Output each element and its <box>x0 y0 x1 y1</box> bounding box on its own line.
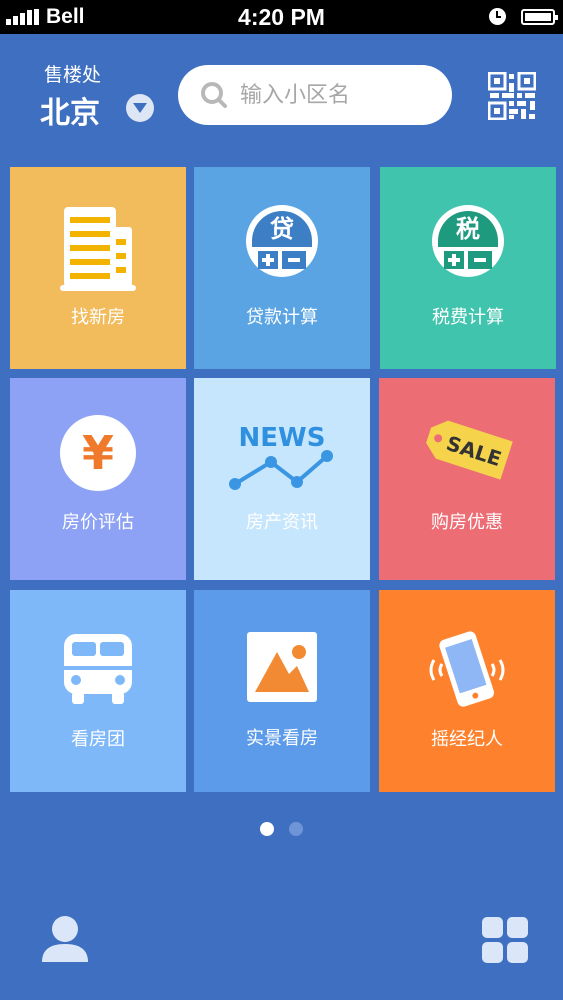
shake-phone-icon <box>429 631 505 707</box>
tile-label: 实景看房 <box>246 728 318 749</box>
tile-viewing-tour[interactable]: 看房团 <box>10 590 186 792</box>
tile-price-evaluation[interactable]: ¥ 房价评估 <box>10 378 186 580</box>
tile-label: 房价评估 <box>62 512 134 533</box>
tile-label: 看房团 <box>71 729 125 750</box>
profile-button[interactable] <box>40 914 90 964</box>
search-box[interactable] <box>178 65 452 125</box>
tile-label: 房产资讯 <box>246 512 318 533</box>
status-time: 4:20 PM <box>238 4 325 30</box>
news-chart-icon: NEWS <box>229 423 333 490</box>
tile-shake-agent[interactable]: 摇经纪人 <box>379 590 555 792</box>
city-label: 售楼处 <box>44 64 102 86</box>
bus-icon <box>64 634 132 704</box>
page-indicator-inactive[interactable] <box>289 822 303 836</box>
yen-icon: ¥ <box>60 415 136 491</box>
picture-icon <box>247 632 317 702</box>
city-name[interactable]: 北京 <box>40 88 100 132</box>
svg-text:税: 税 <box>456 215 480 243</box>
tile-find-new-house[interactable]: 找新房 <box>10 167 186 369</box>
tile-label: 购房优惠 <box>431 512 503 533</box>
tile-label: 税费计算 <box>432 307 504 328</box>
qr-scan-button[interactable] <box>487 71 537 121</box>
search-input[interactable] <box>240 75 440 115</box>
chevron-down-icon <box>133 103 147 113</box>
page-indicator-active[interactable] <box>260 822 274 836</box>
tax-calculator-icon: 税 <box>432 205 504 277</box>
header: 售楼处 北京 <box>0 34 563 162</box>
qr-code-icon <box>487 71 537 121</box>
battery-icon <box>521 9 558 25</box>
svg-text:贷: 贷 <box>270 215 294 243</box>
status-bar: Bell 4:20 PM <box>0 0 563 34</box>
svg-text:¥: ¥ <box>82 426 114 480</box>
svg-text:NEWS: NEWS <box>239 423 326 453</box>
loan-calculator-icon: 贷 <box>246 205 318 277</box>
tile-real-estate-news[interactable]: NEWS 房产资讯 <box>194 378 370 580</box>
alarm-icon <box>489 8 506 25</box>
building-icon <box>60 207 136 291</box>
grid-menu-button[interactable] <box>482 917 528 963</box>
tile-purchase-discount[interactable]: SALE 购房优惠 <box>379 378 555 580</box>
city-dropdown-button[interactable] <box>126 94 154 122</box>
tile-label: 找新房 <box>71 307 125 328</box>
search-icon <box>201 82 227 108</box>
tile-label: 摇经纪人 <box>431 729 503 750</box>
tile-tax-calculator[interactable]: 税 税费计算 <box>380 167 556 369</box>
profile-icon <box>42 916 88 962</box>
sale-tag-icon: SALE <box>426 420 513 480</box>
tile-live-view[interactable]: 实景看房 <box>194 590 370 792</box>
grid-menu-icon <box>482 917 528 963</box>
tile-label: 贷款计算 <box>246 307 318 328</box>
tile-loan-calculator[interactable]: 贷 贷款计算 <box>194 167 370 369</box>
